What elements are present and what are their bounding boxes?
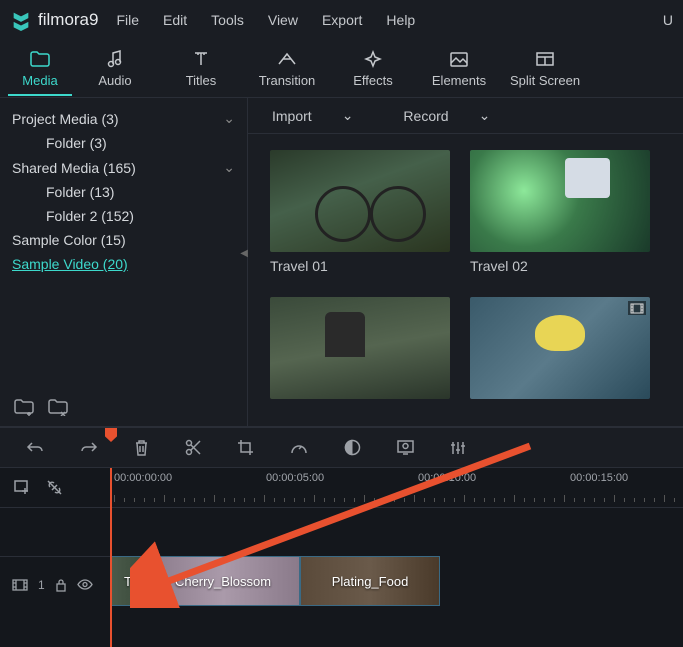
timeline: 00:00:00:00 00:00:05:00 00:00:10:00 00:0… [0,468,683,647]
playhead[interactable] [110,468,112,647]
sparkle-icon [364,49,382,69]
tree-shared-folder1[interactable]: Folder (13) [0,180,247,204]
timeline-ruler[interactable]: 00:00:00:00 00:00:05:00 00:00:10:00 00:0… [110,468,683,508]
menu-edit[interactable]: Edit [163,12,187,28]
chevron-down-icon: ⌄ [223,159,235,176]
crop-icon[interactable] [237,439,254,456]
tab-titles[interactable]: Titles [158,43,244,94]
ruler-ticks [110,494,683,502]
transition-icon [277,49,297,69]
track-index: 1 [38,578,45,592]
tree-sample-color[interactable]: Sample Color (15) [0,228,247,252]
video-track: T Cherry_Blossom Plating_Food [110,556,440,612]
filmstrip-icon [628,301,646,315]
tree-shared-folder2[interactable]: Folder 2 (152) [0,204,247,228]
timeline-body: 1 T Cherry_Blossom Plating_Food [0,508,683,647]
media-sidebar: Project Media (3)⌄ Folder (3) Shared Med… [0,98,248,426]
tab-elements[interactable]: Elements [416,43,502,94]
tree-shared-media[interactable]: Shared Media (165)⌄ [0,155,247,180]
image-icon [450,49,468,69]
green-screen-icon[interactable] [397,440,414,455]
timeline-header: 00:00:00:00 00:00:05:00 00:00:10:00 00:0… [0,468,683,508]
collapse-sidebar-icon[interactable]: ◀ [240,248,248,259]
filmstrip-icon [12,579,28,591]
redo-icon[interactable] [80,441,98,455]
media-thumb-travel02[interactable]: Travel 02 [470,150,650,285]
tab-effects[interactable]: Effects [330,43,416,94]
tree-sample-video[interactable]: Sample Video (20) [0,252,247,276]
media-thumb-travel01[interactable]: Travel 01 [270,150,450,285]
tab-audio[interactable]: Audio [72,43,158,94]
import-dropdown[interactable]: Import⌄ [272,107,353,124]
unlink-icon[interactable] [46,479,63,496]
thumbnail-grid: Travel 01 Travel 02 [248,134,683,426]
tab-split-screen[interactable]: Split Screen [502,43,588,94]
tracks-area[interactable]: T Cherry_Blossom Plating_Food [110,508,683,647]
speed-icon[interactable] [290,441,308,455]
menu-view[interactable]: View [268,12,298,28]
clip-cherry-blossom[interactable]: Cherry_Blossom [146,556,300,606]
split-icon [536,49,554,69]
media-thumb-3[interactable] [270,297,450,410]
app-brand: filmora9 [38,10,98,30]
color-icon[interactable] [344,439,361,456]
menu-export[interactable]: Export [322,12,362,28]
content-toolbar: Import⌄ Record⌄ [248,98,683,134]
app-logo-icon [10,9,32,31]
chevron-down-icon: ⌄ [479,107,491,124]
scissors-icon[interactable] [185,439,201,456]
music-icon [107,49,123,69]
tab-media[interactable]: Media [8,43,72,96]
clip-plating-food[interactable]: Plating_Food [300,556,440,606]
edit-toolbar [0,426,683,468]
thumbnail-image [270,150,450,252]
track-controls: 1 [0,556,110,612]
text-icon [193,49,209,69]
chevron-down-icon: ⌄ [223,110,235,127]
tree-project-media[interactable]: Project Media (3)⌄ [0,106,247,131]
titlebar: filmora9 File Edit Tools View Export Hel… [0,0,683,40]
delete-folder-icon[interactable] [48,399,68,416]
menu-tools[interactable]: Tools [211,12,244,28]
menu-file[interactable]: File [116,12,139,28]
media-thumb-4[interactable] [470,297,650,410]
adjust-icon[interactable] [450,440,466,456]
clip-1[interactable]: T [110,556,146,606]
trash-icon[interactable] [134,439,149,456]
record-dropdown[interactable]: Record⌄ [403,107,490,124]
folder-icon [30,49,50,69]
main-area: Project Media (3)⌄ Folder (3) Shared Med… [0,98,683,426]
add-marker-icon[interactable] [12,480,30,495]
tree-project-folder[interactable]: Folder (3) [0,131,247,155]
eye-icon[interactable] [77,579,93,590]
chevron-down-icon: ⌄ [342,107,354,124]
media-content: Import⌄ Record⌄ Travel 01 Travel 02 [248,98,683,426]
new-folder-icon[interactable] [14,399,34,416]
main-menu: File Edit Tools View Export Help [116,12,415,28]
lock-icon[interactable] [55,578,67,592]
undo-icon[interactable] [26,441,44,455]
thumbnail-image [470,297,650,399]
menu-help[interactable]: Help [386,12,415,28]
tab-transition[interactable]: Transition [244,43,330,94]
thumbnail-image [270,297,450,399]
thumbnail-image [470,150,650,252]
panel-tabs: Media Audio Titles Transition Effects El… [0,40,683,98]
titlebar-right-text: U [663,12,673,28]
